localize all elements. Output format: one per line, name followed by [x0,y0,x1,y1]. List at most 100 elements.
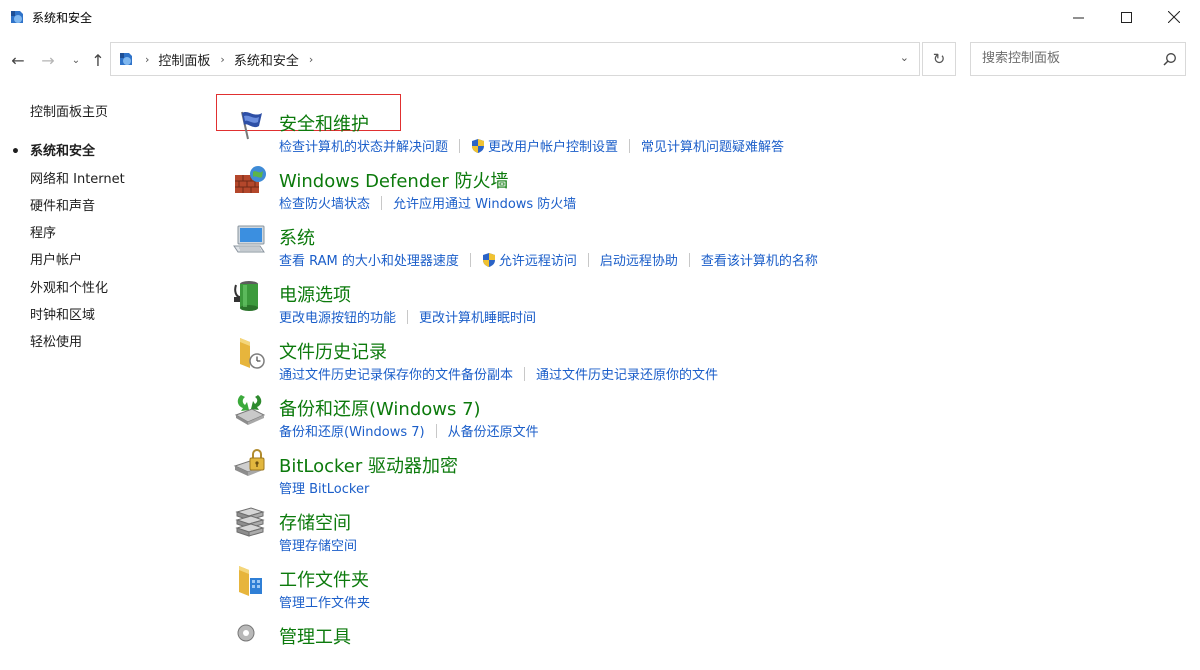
link-manage-work-folders[interactable]: 管理工作文件夹 [279,592,370,611]
link-manage-storage[interactable]: 管理存储空间 [279,535,357,554]
sidebar-item-programs[interactable]: 程序 [30,225,210,252]
sidebar-item-appearance[interactable]: 外观和个性化 [30,280,210,307]
recent-locations-button[interactable]: ⌄ [66,50,86,70]
category-links: 备份和还原(Windows 7) 从备份还原文件 [279,421,539,440]
arrow-up-icon: ↑ [91,50,105,70]
sidebar-item-hardware-sound[interactable]: 硬件和声音 [30,198,210,225]
computer-icon [233,225,265,253]
category-title[interactable]: 电源选项 [279,281,351,307]
minimize-button[interactable] [1055,0,1101,34]
sidebar-item-home[interactable]: 控制面板主页 [30,104,210,131]
category-file-history: 文件历史记录 通过文件历史记录保存你的文件备份副本 通过文件历史记录还原你的文件 [230,328,1170,385]
category-title[interactable]: 工作文件夹 [279,566,369,592]
sidebar-item-system-security[interactable]: 系统和安全 [11,143,210,170]
chevron-right-icon: › [220,52,225,66]
search-input[interactable] [980,50,1154,67]
link-restore-files[interactable]: 通过文件历史记录还原你的文件 [536,364,718,383]
link-view-ram-cpu[interactable]: 查看 RAM 的大小和处理器速度 [279,250,459,269]
link-computer-name[interactable]: 查看该计算机的名称 [701,250,818,269]
link-divider [629,138,631,153]
refresh-icon: ↻ [932,50,946,68]
chevron-right-icon[interactable]: › [309,53,313,66]
link-power-button[interactable]: 更改电源按钮的功能 [279,307,396,326]
sidebar-item-user-accounts[interactable]: 用户帐户 [30,252,210,279]
storage-icon [235,507,265,537]
admin-tools-icon [237,624,255,642]
link-troubleshoot[interactable]: 常见计算机问题疑难解答 [641,136,784,155]
link-remote-assistance[interactable]: 启动远程协助 [600,250,678,269]
title-bar: 系统和安全 [0,0,1200,34]
category-work-folders: 工作文件夹 管理工作文件夹 [230,556,1170,613]
bitlocker-icon [233,449,265,476]
file-history-icon [240,338,265,369]
category-title[interactable]: Windows Defender 防火墙 [279,167,508,193]
category-links: 查看 RAM 的大小和处理器速度 允许远程访问 启动远程协助 查看该计算机的名称 [279,250,818,269]
link-divider [469,252,471,267]
category-system: 系统 查看 RAM 的大小和处理器速度 允许远程访问 启动远程协助 查看该计算机… [230,214,1170,271]
category-title[interactable]: 备份和还原(Windows 7) [279,395,481,421]
category-power: 电源选项 更改电源按钮的功能 更改计算机睡眠时间 [230,271,1170,328]
sidebar-item-network[interactable]: 网络和 Internet [30,171,210,198]
address-bar[interactable]: › 控制面板 › 系统和安全 › ⌄ [110,42,920,76]
link-uac-settings[interactable]: 更改用户帐户控制设置 [488,136,618,155]
uac-shield-icon [472,138,485,153]
category-links: 更改电源按钮的功能 更改计算机睡眠时间 [279,307,536,326]
category-backup-restore: 备份和还原(Windows 7) 备份和还原(Windows 7) 从备份还原文… [230,385,1170,442]
chevron-right-icon: › [145,52,150,66]
link-divider [524,366,526,381]
arrow-right-icon: → [41,50,55,70]
window-title: 系统和安全 [32,11,93,25]
refresh-button[interactable]: ↻ [922,42,956,76]
category-links: 通过文件历史记录保存你的文件备份副本 通过文件历史记录还原你的文件 [279,364,718,383]
breadcrumb-system-security[interactable]: 系统和安全 [234,50,299,69]
category-links: 检查计算机的状态并解决问题 更改用户帐户控制设置 常见计算机问题疑难解答 [279,136,784,155]
link-divider [587,252,589,267]
category-title[interactable]: 存储空间 [279,509,351,535]
uac-shield-icon [482,252,495,267]
link-manage-bitlocker[interactable]: 管理 BitLocker [279,478,369,497]
close-icon [1168,11,1180,23]
link-save-backup[interactable]: 通过文件历史记录保存你的文件备份副本 [279,364,513,383]
firewall-icon [235,166,266,193]
search-icon[interactable] [1163,52,1177,66]
category-title[interactable]: BitLocker 驱动器加密 [279,452,458,478]
control-panel-icon [120,53,132,65]
search-box[interactable] [970,42,1186,76]
category-title[interactable]: 系统 [279,224,315,250]
link-divider [381,195,383,210]
category-admin-tools: 管理工具 [230,613,1170,670]
category-title[interactable]: 文件历史记录 [279,338,387,364]
link-sleep-time[interactable]: 更改计算机睡眠时间 [419,307,536,326]
navigation-bar: ← → ⌄ ↑ › 控制面板 › 系统和安全 › ⌄ ↻ [0,42,1200,78]
battery-icon [234,281,258,311]
maximize-button[interactable] [1103,0,1149,34]
category-links: 管理工作文件夹 [279,592,370,611]
link-backup-restore[interactable]: 备份和还原(Windows 7) [279,421,425,440]
category-title[interactable]: 安全和维护 [279,110,369,136]
category-bitlocker: BitLocker 驱动器加密 管理 BitLocker [230,442,1170,499]
forward-button[interactable]: → [38,50,58,70]
maximize-icon [1120,11,1132,23]
category-title[interactable]: 管理工具 [279,623,351,649]
back-button[interactable]: ← [8,50,28,70]
link-divider [688,252,690,267]
link-firewall-status[interactable]: 检查防火墙状态 [279,193,370,212]
close-button[interactable] [1151,0,1197,34]
link-allow-app[interactable]: 允许应用通过 Windows 防火墙 [393,193,576,212]
category-links: 管理 BitLocker [279,478,369,497]
category-storage-spaces: 存储空间 管理存储空间 [230,499,1170,556]
up-button[interactable]: ↑ [88,50,108,70]
link-divider [407,309,409,324]
address-dropdown-icon[interactable]: ⌄ [900,51,909,64]
link-restore-from-backup[interactable]: 从备份还原文件 [448,421,539,440]
control-panel-icon [11,11,23,23]
breadcrumb-control-panel[interactable]: 控制面板 [158,50,210,69]
arrow-left-icon: ← [11,50,25,70]
link-check-status[interactable]: 检查计算机的状态并解决问题 [279,136,448,155]
link-divider [459,138,461,153]
backup-icon [234,395,266,425]
sidebar-item-clock-region[interactable]: 时钟和区域 [30,307,210,334]
sidebar-item-ease-of-access[interactable]: 轻松使用 [30,334,210,361]
category-firewall: Windows Defender 防火墙 检查防火墙状态 允许应用通过 Wind… [230,157,1170,214]
link-allow-remote[interactable]: 允许远程访问 [499,250,577,269]
